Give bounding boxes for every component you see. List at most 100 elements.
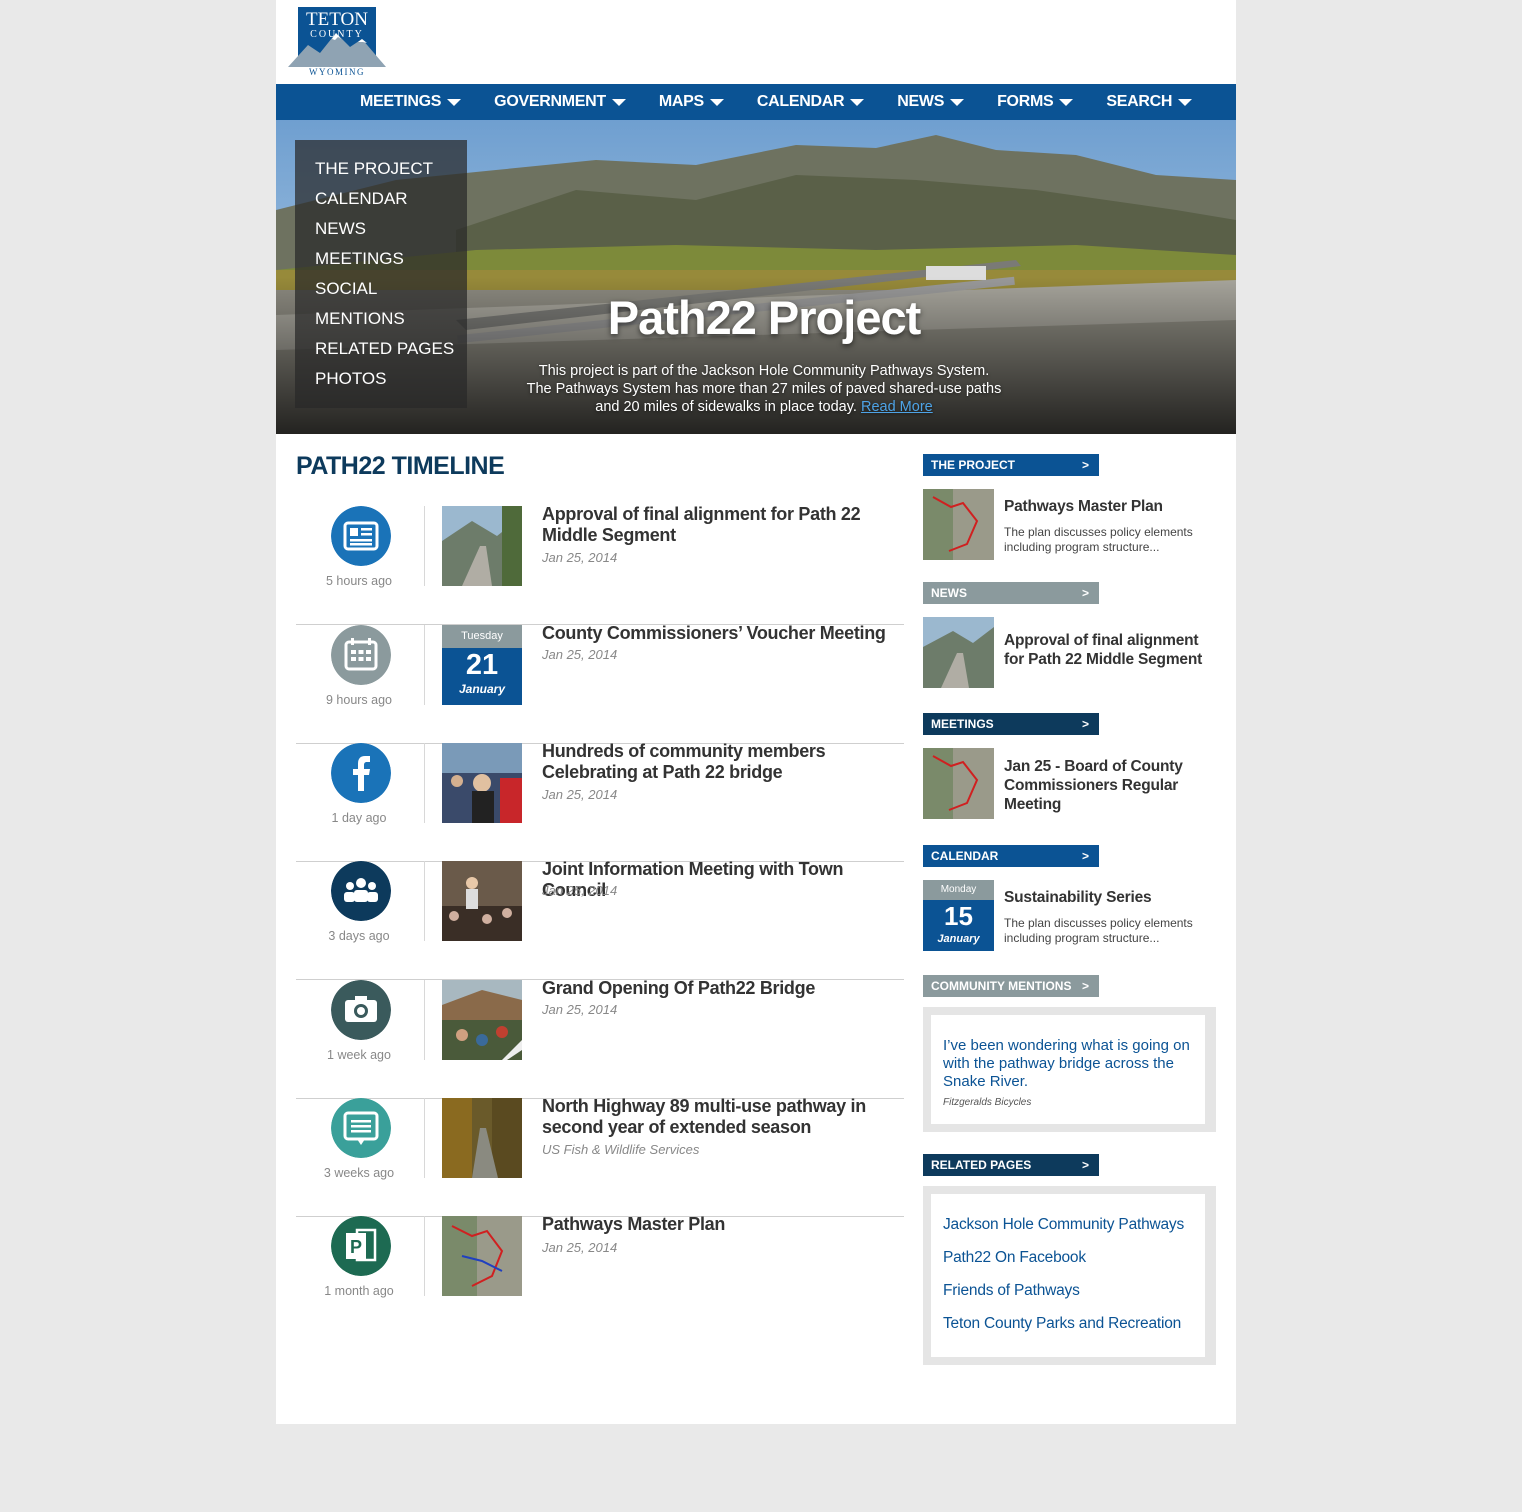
timeline-item[interactable]: 3 weeks ago North Highway 89 multi-use p… <box>296 1096 904 1217</box>
facebook-icon <box>331 743 391 803</box>
menu-social[interactable]: SOCIAL <box>295 279 467 309</box>
section-label: NEWS <box>931 586 967 600</box>
mention-quote[interactable]: I’ve been wondering what is going on wit… <box>943 1037 1198 1091</box>
teton-county-logo[interactable]: TETON COUNTY WYOMING <box>288 7 386 77</box>
item-title[interactable]: Approval of final alignment for Path 22 … <box>542 504 904 546</box>
section-label: COMMUNITY MENTIONS <box>931 979 1072 993</box>
section-header-related-pages[interactable]: RELATED PAGES > <box>923 1154 1099 1176</box>
section-header-meetings[interactable]: MEETINGS > <box>923 713 1099 735</box>
badge-day: 15 <box>944 901 973 931</box>
section-label: THE PROJECT <box>931 458 1016 472</box>
section-header-calendar[interactable]: CALENDAR > <box>923 845 1099 867</box>
publisher-icon: P <box>331 1216 391 1276</box>
timeline-item[interactable]: P 1 month ago Pathways Master Plan Jan 2… <box>296 1214 904 1334</box>
thumbnail[interactable] <box>442 861 522 941</box>
divider <box>424 980 425 1060</box>
nav-label: MAPS <box>658 93 704 110</box>
news-thumbnail[interactable] <box>923 617 994 688</box>
nav-label: SEARCH <box>1106 93 1173 110</box>
divider <box>424 506 425 586</box>
related-link-jackson-hole[interactable]: Jackson Hole Community Pathways <box>943 1216 1184 1234</box>
project-title[interactable]: Pathways Master Plan <box>1004 497 1214 516</box>
item-date: Jan 25, 2014 <box>542 1240 618 1255</box>
thumbnail[interactable] <box>442 1098 522 1178</box>
divider <box>424 1098 425 1178</box>
logo-line1: TETON <box>306 9 368 30</box>
chevron-down-icon <box>447 98 462 106</box>
menu-calendar[interactable]: CALENDAR <box>295 189 467 219</box>
news-title[interactable]: Approval of final alignment for Path 22 … <box>1004 631 1214 669</box>
timeline-title: PATH22 TIMELINE <box>296 452 505 480</box>
nav-search[interactable]: SEARCH <box>1106 93 1193 111</box>
badge-month: January <box>937 933 980 945</box>
timeline-item[interactable]: 9 hours ago Tuesday 21 January County Co… <box>296 623 904 744</box>
arrow-right-icon: > <box>1081 717 1089 731</box>
item-title[interactable]: North Highway 89 multi-use pathway in se… <box>542 1096 904 1138</box>
item-title[interactable]: Hundreds of community members Celebratin… <box>542 741 904 783</box>
calendar-title[interactable]: Sustainability Series <box>1004 888 1214 907</box>
divider <box>424 861 425 941</box>
item-title[interactable]: Grand Opening Of Path22 Bridge <box>542 978 904 999</box>
timeline-item[interactable]: 5 hours ago Approval of final alignment … <box>296 504 904 625</box>
thumbnail[interactable] <box>442 743 522 823</box>
chevron-down-icon <box>850 98 865 106</box>
nav-maps[interactable]: MAPS <box>659 93 724 111</box>
item-title[interactable]: County Commissioners’ Voucher Meeting <box>542 623 904 644</box>
badge-month: January <box>458 682 506 696</box>
meetings-title[interactable]: Jan 25 - Board of County Commissioners R… <box>1004 757 1214 814</box>
read-more-link[interactable]: Read More <box>861 399 933 415</box>
nav-forms[interactable]: FORMS <box>997 93 1074 111</box>
item-title[interactable]: Pathways Master Plan <box>542 1214 904 1235</box>
nav-calendar[interactable]: CALENDAR <box>757 93 865 111</box>
menu-the-project[interactable]: THE PROJECT <box>295 159 467 189</box>
item-date: Jan 25, 2014 <box>542 1002 618 1017</box>
time-ago: 1 month ago <box>324 1284 394 1298</box>
mention-card: I’ve been wondering what is going on wit… <box>931 1015 1205 1124</box>
main-nav: MEETINGS GOVERNMENT MAPS CALENDAR NEWS F… <box>276 84 1236 120</box>
related-link-facebook[interactable]: Path22 On Facebook <box>943 1249 1086 1267</box>
nav-label: MEETINGS <box>360 93 442 110</box>
item-date: Jan 25, 2014 <box>542 550 618 565</box>
section-header-community-mentions[interactable]: COMMUNITY MENTIONS > <box>923 975 1099 997</box>
arrow-right-icon: > <box>1081 458 1089 472</box>
menu-mentions[interactable]: MENTIONS <box>295 309 467 339</box>
time-ago: 1 week ago <box>327 1048 391 1062</box>
thumbnail[interactable] <box>442 980 522 1060</box>
nav-government[interactable]: GOVERNMENT <box>494 93 626 111</box>
calendar-icon <box>331 625 391 685</box>
badge-weekday: Tuesday <box>442 625 522 648</box>
time-ago: 9 hours ago <box>325 693 393 707</box>
nav-label: NEWS <box>897 93 945 110</box>
page: TETON COUNTY WYOMING MEETINGS GOVERNMENT… <box>276 0 1236 1424</box>
meetings-thumbnail[interactable] <box>923 748 994 819</box>
arrow-right-icon: > <box>1081 1158 1089 1172</box>
timeline-item[interactable]: 1 week ago Grand Opening Of Path22 Bridg… <box>296 978 904 1099</box>
item-date: Jan 25, 2014 <box>542 787 618 802</box>
mentions-box: I’ve been wondering what is going on wit… <box>923 1007 1216 1132</box>
divider <box>424 1216 425 1296</box>
nav-label: FORMS <box>997 93 1054 110</box>
menu-meetings[interactable]: MEETINGS <box>295 249 467 279</box>
section-header-news[interactable]: NEWS > <box>923 582 1099 604</box>
menu-related-pages[interactable]: RELATED PAGES <box>295 339 467 369</box>
timeline-item[interactable]: 3 days ago Joint Information Meeting wit… <box>296 859 904 980</box>
svg-text:P: P <box>350 1237 362 1257</box>
menu-photos[interactable]: PHOTOS <box>295 369 467 399</box>
thumbnail[interactable] <box>442 506 522 586</box>
thumbnail[interactable] <box>442 1216 522 1296</box>
calendar-description: The plan discusses policy elements inclu… <box>1004 916 1193 945</box>
divider <box>424 625 425 705</box>
menu-news[interactable]: NEWS <box>295 219 467 249</box>
timeline-item[interactable]: 1 day ago Hundreds of community members … <box>296 741 904 862</box>
chevron-down-icon <box>709 98 724 106</box>
nav-meetings[interactable]: MEETINGS <box>360 93 462 111</box>
logo-line2: COUNTY <box>310 29 364 40</box>
section-header-the-project[interactable]: THE PROJECT > <box>923 454 1099 476</box>
related-link-parks[interactable]: Teton County Parks and Recreation <box>943 1315 1181 1333</box>
hero-banner: THE PROJECT CALENDAR NEWS MEETINGS SOCIA… <box>276 120 1236 434</box>
project-thumbnail[interactable] <box>923 489 994 560</box>
related-pages-list: Jackson Hole Community Pathways Path22 O… <box>931 1194 1205 1357</box>
related-link-friends[interactable]: Friends of Pathways <box>943 1282 1080 1300</box>
time-ago: 5 hours ago <box>325 574 393 588</box>
nav-news[interactable]: NEWS <box>897 93 965 111</box>
